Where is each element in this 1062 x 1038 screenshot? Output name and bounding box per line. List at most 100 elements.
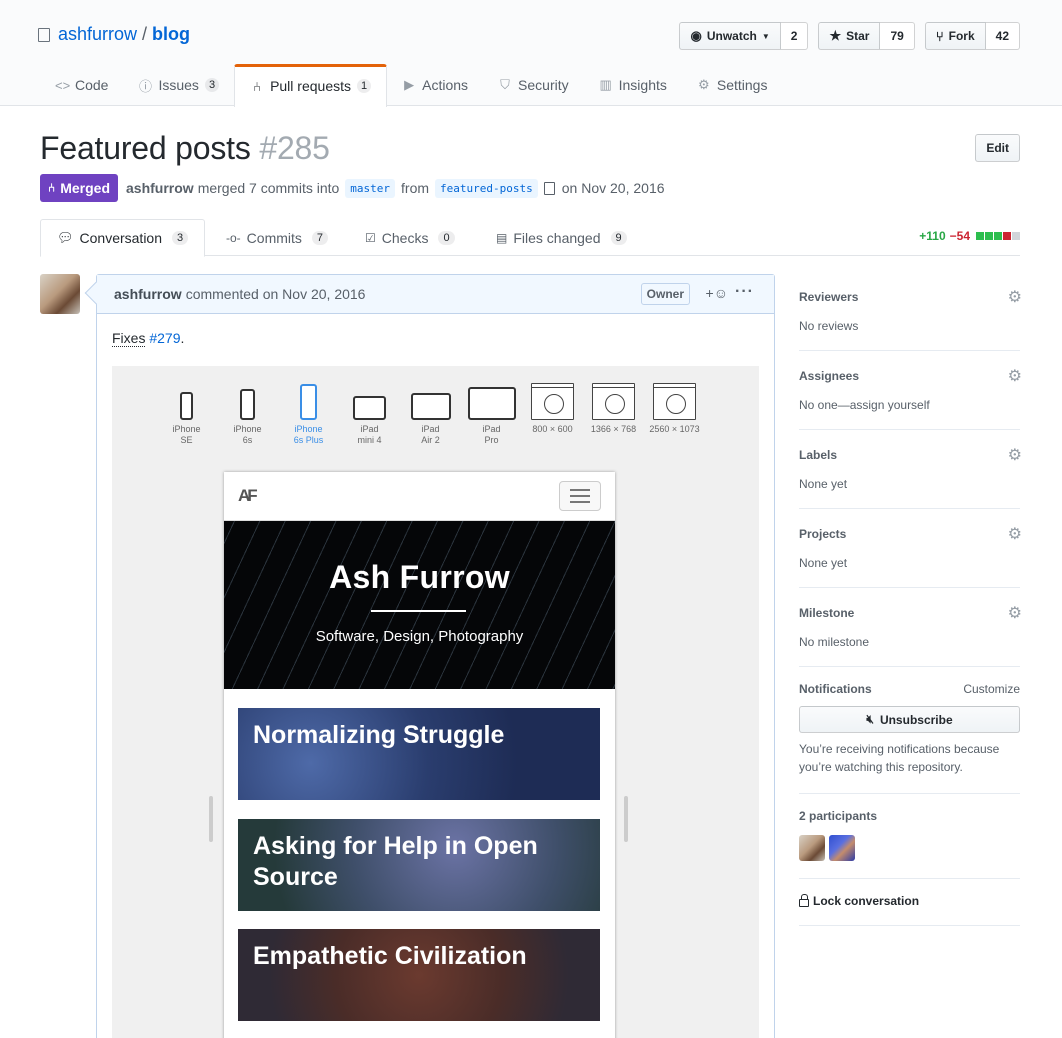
tab-conversation[interactable]: 💬︎ Conversation 3 bbox=[40, 219, 205, 257]
mute-icon: 🔇︎ bbox=[866, 712, 874, 726]
comment-header: ashfurrow commented on Nov 20, 2016 Owne… bbox=[97, 275, 774, 314]
merged-state-badge: ⑃ Merged bbox=[40, 174, 118, 202]
milestone-title: Milestone bbox=[799, 606, 855, 620]
nav-settings[interactable]: ⚙ Settings bbox=[682, 64, 783, 106]
star-button[interactable]: ★ Star bbox=[818, 22, 881, 50]
compass-icon bbox=[592, 383, 635, 420]
fork-button[interactable]: ⑂ Fork bbox=[924, 22, 986, 50]
checklist-icon: ☑ bbox=[365, 230, 376, 245]
lock-conversation-link[interactable]: Lock conversation bbox=[799, 894, 1020, 908]
repo-actions: ◉ Unwatch ▼ 2 ★ Star 79 ⑂ Fork 42 bbox=[679, 22, 1020, 50]
nav-actions[interactable]: ▶ Actions bbox=[387, 64, 483, 106]
embedded-screenshot: iPhone SE iPhone 6s iPhone 6s Plus iPad … bbox=[112, 366, 759, 1038]
gear-icon[interactable]: ⚙ bbox=[1008, 603, 1022, 623]
tab-checks[interactable]: ☑ Checks 0 bbox=[349, 219, 471, 256]
featured-post-card: Normalizing Struggle bbox=[238, 708, 600, 800]
nav-pull-requests[interactable]: ⑃ Pull requests 1 bbox=[234, 64, 388, 107]
add-reaction-button[interactable]: +☺ bbox=[706, 285, 728, 301]
device-ipad-mini: iPad mini 4 bbox=[339, 380, 400, 446]
tab-commits-label: Commits bbox=[246, 229, 302, 246]
sidebar-reviewers: Reviewers ⚙ No reviews bbox=[799, 272, 1022, 351]
unwatch-label: Unwatch bbox=[706, 29, 757, 43]
sidebar-projects: Projects ⚙ None yet bbox=[799, 509, 1022, 588]
unwatch-button[interactable]: ◉ Unwatch ▼ bbox=[679, 22, 781, 50]
nav-insights[interactable]: ▥ Insights bbox=[584, 64, 682, 106]
play-icon: ▶ bbox=[404, 77, 415, 92]
tab-checks-count: 0 bbox=[438, 230, 455, 245]
forks-count[interactable]: 42 bbox=[985, 22, 1020, 50]
tab-files-changed-label: Files changed bbox=[513, 229, 601, 246]
nav-code[interactable]: <> Code bbox=[40, 64, 123, 106]
pr-author-link[interactable]: ashfurrow bbox=[126, 180, 194, 196]
nav-security[interactable]: ⛉ Security bbox=[483, 64, 584, 106]
star-group: ★ Star 79 bbox=[818, 22, 915, 50]
pr-title: Featured posts #285 bbox=[40, 130, 330, 167]
device-label-2: Air 2 bbox=[421, 435, 440, 445]
fixes-keyword: Fixes bbox=[112, 330, 146, 347]
reviewers-title: Reviewers bbox=[799, 290, 859, 304]
kebab-horizontal-icon[interactable]: ··· bbox=[735, 283, 754, 301]
edit-title-button[interactable]: Edit bbox=[975, 134, 1020, 162]
nav-security-label: Security bbox=[518, 77, 569, 93]
merged-text: merged 7 commits into bbox=[197, 180, 340, 196]
git-merge-icon: ⑃ bbox=[48, 181, 56, 195]
tab-files-changed-count: 9 bbox=[610, 230, 627, 245]
device-ipad-air: iPad Air 2 bbox=[400, 380, 461, 446]
repo-separator: / bbox=[142, 24, 148, 44]
comment-body: Fixes #279. bbox=[97, 314, 774, 362]
tab-conversation-label: Conversation bbox=[79, 230, 163, 246]
device-label-2: 6s bbox=[242, 435, 253, 445]
repo-owner-link[interactable]: ashfurrow bbox=[58, 24, 137, 45]
gear-icon[interactable]: ⚙ bbox=[1008, 287, 1022, 307]
comment-timestamp[interactable]: commented on Nov 20, 2016 bbox=[186, 286, 366, 302]
unsubscribe-button[interactable]: 🔇︎ Unsubscribe bbox=[799, 706, 1020, 733]
site-logo: AF bbox=[238, 486, 258, 505]
tab-commits[interactable]: -o- Commits 7 bbox=[210, 219, 344, 256]
phone-preview: AF Ash Furrow Software, Design, Photogra… bbox=[224, 472, 615, 1038]
reviewers-value: No reviews bbox=[799, 319, 859, 333]
comment-author-link[interactable]: ashfurrow bbox=[114, 286, 182, 302]
tab-files-changed[interactable]: ▤ Files changed 9 bbox=[480, 219, 643, 256]
sidebar-lock: Lock conversation bbox=[799, 879, 1020, 926]
gear-icon[interactable]: ⚙ bbox=[1008, 366, 1022, 386]
repo-name-link[interactable]: blog bbox=[152, 24, 190, 45]
star-icon: ★ bbox=[829, 28, 842, 43]
diffstat-block-add bbox=[985, 232, 993, 240]
device-label-1: iPad bbox=[482, 424, 501, 434]
watchers-count[interactable]: 2 bbox=[780, 22, 809, 50]
tab-checks-label: Checks bbox=[381, 229, 429, 246]
diffstat-blocks bbox=[976, 232, 1020, 240]
device-1366x768: 1366 × 768 bbox=[583, 380, 644, 446]
clipboard-icon[interactable] bbox=[543, 181, 555, 195]
sidebar-assignees: Assignees ⚙ No one—assign yourself bbox=[799, 351, 1022, 430]
device-label-1: iPad bbox=[360, 424, 379, 434]
avatar[interactable] bbox=[829, 835, 855, 861]
phone-icon bbox=[240, 389, 255, 420]
device-label-2: 6s Plus bbox=[293, 435, 324, 445]
avatar[interactable] bbox=[799, 835, 825, 861]
nav-issues-count: 3 bbox=[204, 78, 220, 92]
gear-icon[interactable]: ⚙ bbox=[1008, 524, 1022, 544]
stargazers-count[interactable]: 79 bbox=[880, 22, 915, 50]
head-branch[interactable]: featured-posts bbox=[435, 178, 538, 198]
phone-icon bbox=[180, 392, 193, 420]
nav-insights-label: Insights bbox=[618, 77, 667, 93]
site-navbar: AF bbox=[224, 472, 615, 521]
assignees-value[interactable]: No one—assign yourself bbox=[799, 398, 1020, 412]
gear-icon[interactable]: ⚙ bbox=[1008, 445, 1022, 465]
lock-icon bbox=[799, 894, 809, 907]
issue-link[interactable]: #279 bbox=[149, 330, 180, 346]
base-branch[interactable]: master bbox=[345, 178, 396, 198]
device-label-1: iPhone bbox=[172, 424, 201, 434]
pr-number: #285 bbox=[259, 130, 330, 166]
hamburger-menu-icon bbox=[559, 481, 601, 511]
customize-link[interactable]: Customize bbox=[963, 682, 1020, 696]
pr-sidebar: Reviewers ⚙ No reviews Assignees ⚙ No on… bbox=[799, 272, 1022, 926]
nav-issues[interactable]: ⓘ Issues 3 bbox=[123, 64, 234, 106]
gear-icon: ⚙ bbox=[698, 77, 710, 92]
device-label-1: iPad bbox=[421, 424, 440, 434]
author-avatar[interactable] bbox=[40, 274, 80, 314]
star-label: Star bbox=[846, 29, 870, 43]
owner-badge: Owner bbox=[640, 283, 690, 305]
phone-icon bbox=[300, 384, 317, 420]
